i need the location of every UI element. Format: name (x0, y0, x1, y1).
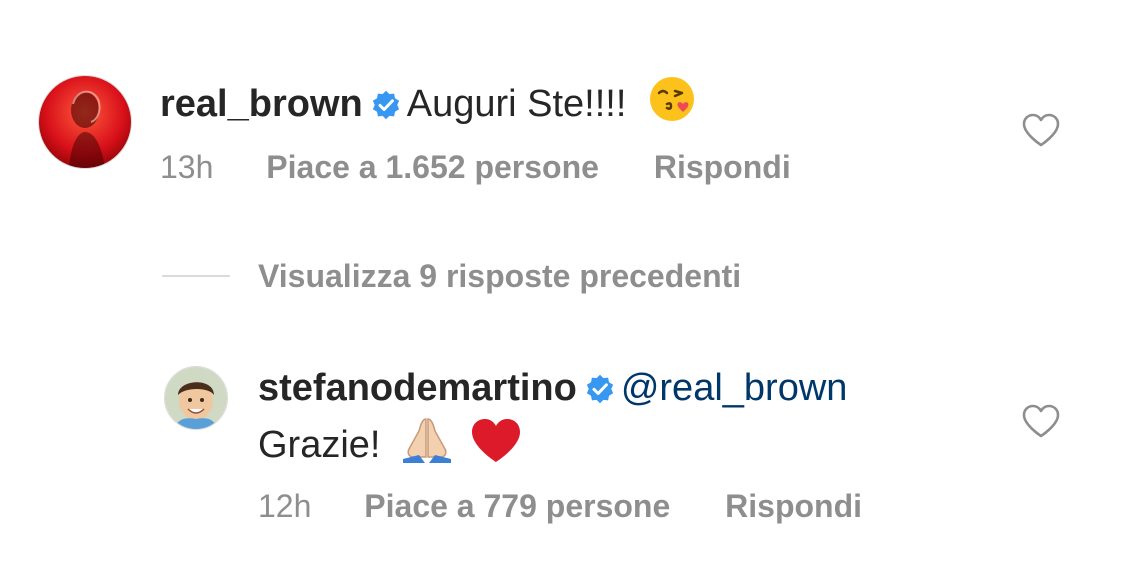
avatar-red-portrait-image (39, 76, 131, 168)
timestamp: 12h (258, 488, 312, 524)
face-blowing-kiss-icon (647, 74, 697, 135)
username[interactable]: real_brown (160, 83, 363, 125)
verified-badge-icon (371, 85, 401, 131)
reply-meta: 12h Piace a 779 persone Rispondi (258, 486, 862, 526)
avatar[interactable] (164, 366, 228, 430)
reply-text-line-2: Grazie! (258, 415, 522, 476)
reply-text-line-1: stefanodemartino @real_brown (258, 365, 847, 415)
avatar[interactable] (38, 75, 132, 169)
reply-button[interactable]: Rispondi (654, 149, 791, 185)
comment-text-line: real_brown Auguri Ste!!!! (160, 74, 697, 135)
likes-count[interactable]: Piace a 1.652 persone (266, 149, 599, 185)
like-heart-icon[interactable] (1022, 113, 1060, 152)
avatar-smiling-child-image (165, 367, 227, 429)
username[interactable]: stefanodemartino (258, 367, 577, 409)
comment-body: Grazie! (258, 424, 381, 466)
comment-body: Auguri Ste!!!! (406, 83, 627, 125)
likes-count[interactable]: Piace a 779 persone (364, 488, 670, 524)
verified-badge-icon (585, 369, 615, 415)
like-heart-icon[interactable] (1022, 404, 1060, 443)
replies-divider-line (162, 275, 230, 277)
folded-hands-icon (399, 415, 455, 476)
mention-link[interactable]: @real_brown (621, 367, 848, 409)
reply-button[interactable]: Rispondi (725, 488, 862, 524)
red-heart-icon (470, 417, 522, 476)
view-replies-label: Visualizza 9 risposte precedenti (258, 258, 742, 294)
timestamp: 13h (160, 149, 214, 185)
comment-meta: 13h Piace a 1.652 persone Rispondi (160, 147, 791, 187)
